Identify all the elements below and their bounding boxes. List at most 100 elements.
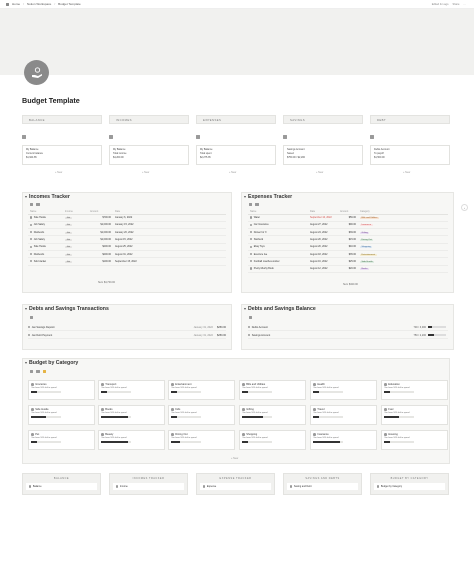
category-icon [242, 408, 245, 411]
table-row[interactable]: Water September 10, 2022 $56.00 Bills and U… [248, 214, 448, 222]
budget-category-card[interactable]: Entertainment You have 10% left to spend [168, 380, 235, 400]
toggle-arrow-icon[interactable] [244, 308, 246, 310]
table-view-icon[interactable] [249, 203, 253, 207]
budget-progress-bar [242, 416, 273, 418]
list-item[interactable]: Debts Account 700 / 3,000 [248, 324, 448, 331]
table-row[interactable]: Eventure fee August 18, 2022 $35.00 Enterta… [248, 250, 448, 259]
budget-category-remaining: You have 10% left to spend [171, 387, 197, 390]
filter-icon[interactable] [36, 203, 40, 207]
income-name-cell: Job Salary [28, 235, 63, 244]
table-row[interactable]: Job Salary Job $1,000.00 August 15, 2022 [28, 235, 226, 244]
page-icon [28, 333, 31, 337]
page-icon [248, 325, 251, 329]
nav-link[interactable]: Balance [26, 483, 97, 490]
nav-link[interactable]: Expense [200, 483, 271, 490]
list-view-icon[interactable] [30, 316, 34, 320]
nav-link[interactable]: Saving and Debt [287, 483, 358, 490]
income-amount: $700.00 [88, 214, 113, 222]
gallery-view-icon[interactable] [30, 370, 34, 374]
new-button[interactable]: + New [229, 171, 236, 174]
summary-card[interactable]: My Balance Current balance $1,924.65 [22, 145, 102, 165]
category-icon [384, 433, 387, 436]
budget-by-category-heading[interactable]: Budget by Category [25, 360, 78, 366]
toggle-arrow-icon[interactable] [25, 362, 27, 364]
summary-card[interactable]: Debts Account To payoff $1,500.00 [370, 145, 450, 165]
budget-category-card[interactable]: Side Hustle You have 10% left to spend [28, 405, 95, 425]
new-button[interactable]: + New [142, 171, 149, 174]
more-icon[interactable]: ··· [463, 3, 466, 6]
budget-category-card[interactable]: Travel You have 10% left to spend [310, 405, 377, 425]
sort-icon[interactable] [42, 370, 47, 374]
share-button[interactable]: Share [452, 3, 459, 6]
budget-category-card[interactable]: Insurance You have 10% left to spend [310, 430, 377, 450]
budget-category-card[interactable]: Education You have 10% left to spend [381, 380, 448, 400]
category-icon [171, 408, 174, 411]
budget-category-card[interactable]: Kids You have 10% left to spend [168, 405, 235, 425]
expense-name-cell: Football coaches worker [248, 257, 308, 266]
budget-category-card[interactable]: Gifting You have 10% left to spend [239, 405, 306, 425]
nav-link[interactable]: Income [113, 483, 184, 490]
budget-by-category-title: Budget by Category [29, 360, 79, 366]
table-row[interactable]: Pretty Mushy Book August 12, 2022 $20.00 Bo… [248, 265, 448, 273]
budget-category-card[interactable]: Groceries You have 10% left to spend [28, 380, 95, 400]
expand-button[interactable]: › [461, 204, 468, 211]
budget-category-card[interactable]: Shopping You have 10% left to spend [239, 430, 306, 450]
budget-new-button[interactable]: + New [231, 457, 238, 460]
table-row[interactable]: Sold Jacket Job $100.00 September 15, 2022 [28, 257, 226, 266]
budget-category-card[interactable]: Pet You have 10% left to spend [28, 430, 95, 450]
expenses-tracker-heading[interactable]: Expenses Tracker [244, 194, 292, 200]
new-button[interactable]: + New [403, 171, 410, 174]
budget-category-card[interactable]: Housing You have 10% left to spend [381, 430, 448, 450]
expense-date: August 20, 2022 [308, 243, 338, 252]
table-row[interactable]: Job Salary Job $1,000.00 January 15, 2022 [28, 221, 226, 230]
breadcrumb-item-page[interactable]: Budget Template [58, 2, 80, 6]
table-row[interactable]: Football coaches worker August 16, 2022 $2… [248, 257, 448, 266]
database-icon[interactable] [109, 135, 113, 139]
summary-card[interactable]: Savings Account Saved $750.00 / $2,200 [283, 145, 363, 165]
debts-balance-heading[interactable]: Debts and Savings Balance [244, 306, 316, 312]
budget-category-card[interactable]: Beauty You have 10% left to spend [98, 430, 165, 450]
breadcrumb-item-workspace[interactable]: Notion Workspace [27, 2, 51, 6]
summary-card[interactable]: My Balance Total spent $2,275.35 [196, 145, 276, 165]
debts-transactions-heading[interactable]: Debts and Savings Transactions [25, 306, 109, 312]
toggle-arrow-icon[interactable] [25, 196, 27, 198]
table-row[interactable]: Side Hustle Job $200.00 August 25, 2022 [28, 243, 226, 252]
toggle-arrow-icon[interactable] [25, 308, 27, 310]
table-row[interactable]: Dividends Job $1,000.00 January 20, 2022 [28, 228, 226, 237]
new-button[interactable]: + New [55, 171, 62, 174]
budget-category-card[interactable]: Dining Out You have 10% left to spend [168, 430, 235, 450]
budget-category-card[interactable]: Books You have 10% left to spend [98, 405, 165, 425]
list-view-icon[interactable] [249, 316, 253, 320]
database-icon[interactable] [22, 135, 26, 139]
budget-category-card[interactable]: Health You have 10% left to spend [310, 380, 377, 400]
nav-link[interactable]: Budget by Category [374, 483, 445, 490]
new-button[interactable]: + New [316, 171, 323, 174]
budget-category-card[interactable]: Bills and Utilities You have 10% left to … [239, 380, 306, 400]
toggle-arrow-icon[interactable] [244, 196, 246, 198]
budget-category-name-row: Beauty [101, 433, 162, 436]
budget-progress-bar [384, 441, 415, 443]
money-hand-icon[interactable] [24, 60, 49, 85]
table-row[interactable]: Car Insurance August 27, 2022 $90.00 Insura… [248, 221, 448, 230]
breadcrumb-item-home[interactable]: Home [12, 2, 20, 6]
database-icon[interactable] [370, 135, 374, 139]
incomes-tracker-heading[interactable]: Incomes Tracker [25, 194, 70, 200]
filter-icon[interactable] [36, 370, 40, 374]
table-view-icon[interactable] [30, 203, 34, 207]
database-icon[interactable] [196, 135, 200, 139]
table-row[interactable]: Starbuck August 20, 2022 $15.00 Dining Out [248, 235, 448, 244]
income-amount: $200.00 [88, 243, 113, 252]
table-row[interactable]: Flower for X August 24, 2022 $39.00 Gifting [248, 228, 448, 237]
list-item[interactable]: Savings Account 750 / 2,200 [248, 332, 448, 339]
database-icon[interactable] [283, 135, 287, 139]
table-row[interactable]: Side Hustle Job $700.00 January 6, 2022 [28, 214, 226, 222]
budget-category-card[interactable]: Transport You have 10% left to spend [98, 380, 165, 400]
budget-category-card[interactable]: Fuel You have 10% left to spend [381, 405, 448, 425]
summary-card[interactable]: My Balance Total income $4,200.00 [109, 145, 189, 165]
incomes-toolbar [30, 203, 40, 207]
filter-icon[interactable] [255, 203, 259, 207]
table-row[interactable]: Dividends Job $200.00 August 31, 2022 [28, 250, 226, 259]
table-row[interactable]: Ebay Toys August 20, 2022 $40.00 Shopping [248, 243, 448, 252]
list-item[interactable]: Jan Debt Payment January 31, 2022 $250.00 [28, 332, 226, 339]
list-item[interactable]: Jan Savings Deposit January 31, 2022 $250.… [28, 324, 226, 331]
